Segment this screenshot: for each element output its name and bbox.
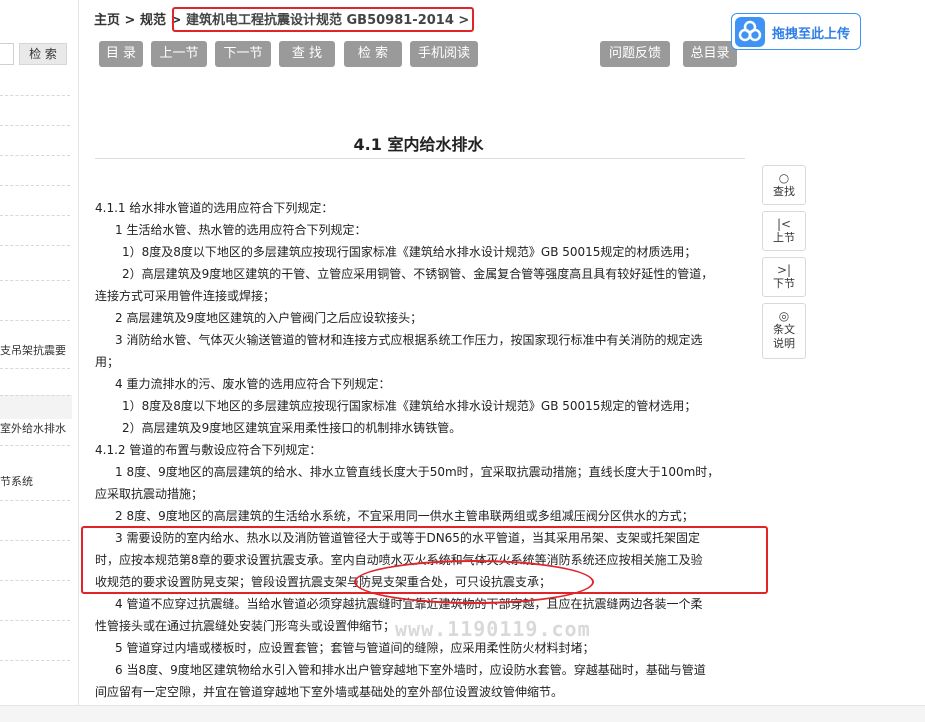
rail-notes-button[interactable]: ◎ 条文 说明 <box>762 303 806 359</box>
sidebar-divider <box>0 660 70 661</box>
sidebar-divider <box>0 185 70 186</box>
clause-item: 2 8度、9度地区的高层建筑的生活给水系统，不宜采用同一供水主管串联两组或多组减… <box>115 509 694 523</box>
breadcrumb-category[interactable]: 规范 <box>140 13 166 28</box>
sidebar-search-button[interactable]: 检 索 <box>19 43 67 65</box>
clause-heading: 4.1.2 管道的布置与敷设应符合下列规定： <box>95 443 322 457</box>
clause-continuation: 连接方式可采用管件连接或焊接； <box>95 289 276 303</box>
clause-continuation: 性管接头或在通过抗震缝处安装门形弯头或设置伸缩节； <box>95 619 396 633</box>
clause-subitem: 2）高层建筑及9度地区建筑宜采用柔性接口的机制排水铸铁管。 <box>122 421 462 435</box>
skip-forward-icon: >| <box>776 263 792 277</box>
sidebar-divider <box>0 445 70 446</box>
sidebar-active-highlight <box>0 395 72 419</box>
rail-prev-button[interactable]: |< 上节 <box>762 211 806 251</box>
sidebar-divider <box>0 215 70 216</box>
sidebar-item-seismic-support[interactable]: 支吊架抗震要 <box>0 342 72 358</box>
page-title: 4.1 室内给水排水 <box>353 135 484 154</box>
clause-item: 4 重力流排水的污、废水管的选用应符合下列规定： <box>115 377 391 391</box>
next-section-button[interactable]: 下一节 <box>215 41 271 67</box>
toolbar: 目 录 上一节 下一节 查 找 检 索 手机阅读 问题反馈 总目录 <box>86 41 751 67</box>
sidebar-divider <box>0 95 70 96</box>
breadcrumb-home[interactable]: 主页 <box>94 13 120 28</box>
sidebar-divider <box>0 155 70 156</box>
rail-next-label: 下节 <box>773 277 795 290</box>
search-button[interactable]: 检 索 <box>344 41 402 67</box>
baidu-cloud-icon <box>735 17 765 47</box>
rail-next-button[interactable]: >| 下节 <box>762 257 806 297</box>
clause-subitem: 2）高层建筑及9度地区建筑的干管、立管应采用铜管、不锈钢管、金属复合管等强度高且… <box>122 267 714 281</box>
sidebar-divider <box>0 620 70 621</box>
site-watermark: www.1190119.com <box>395 617 591 641</box>
left-sidebar: 检 索 支吊架抗震要 室外给水排水 节系统 <box>0 0 79 705</box>
rail-notes-label: 条文 <box>773 323 795 336</box>
sidebar-divider <box>0 395 70 396</box>
sidebar-search-input[interactable] <box>0 43 14 65</box>
sidebar-divider <box>0 580 70 581</box>
rail-find-label: 查找 <box>773 185 795 198</box>
breadcrumb-separator: > <box>124 13 136 28</box>
clause-continuation: 用； <box>95 355 120 369</box>
sidebar-divider <box>0 245 70 246</box>
clause-subitem: 1）8度及8度以下地区的多层建筑应按现行国家标准《建筑给水排水设计规范》GB 5… <box>122 245 697 259</box>
index-button[interactable]: 总目录 <box>683 41 737 67</box>
toc-button[interactable]: 目 录 <box>99 41 143 67</box>
rail-notes-label: 说明 <box>773 337 795 350</box>
clause-item: 1 生活给水管、热水管的选用应符合下列规定： <box>115 223 367 237</box>
rail-find-button[interactable]: ○ 查找 <box>762 165 806 205</box>
sidebar-item-system[interactable]: 节系统 <box>0 473 72 489</box>
sidebar-divider <box>0 280 70 281</box>
annotation-ellipse <box>354 560 594 604</box>
clause-item: 3 消防给水管、气体灭火输送管道的管材和连接方式应根据系统工作压力，按国家现行标… <box>115 333 703 347</box>
sidebar-divider <box>0 125 70 126</box>
sidebar-item-outdoor-water[interactable]: 室外给水排水 <box>0 420 72 436</box>
clause-continuation: 间应留有一定空隙，并宜在管道穿越地下室外墙或基础处的室外部位设置波纹管伸缩节。 <box>95 685 564 699</box>
feedback-button[interactable]: 问题反馈 <box>600 41 670 67</box>
clause-item: 2 高层建筑及9度地区建筑的入户管阀门之后应设软接头； <box>115 311 423 325</box>
sidebar-divider <box>0 368 70 369</box>
sidebar-divider <box>0 540 70 541</box>
clause-item: 5 管道穿过内墙或楼板时，应设置套管；套管与管道间的缝隙，应采用柔性防火材料封堵… <box>115 641 595 655</box>
title-divider <box>95 158 745 159</box>
clause-item: 1 8度、9度地区的高层建筑的给水、排水立管直线长度大于50m时，宜采取抗震动措… <box>115 465 720 479</box>
bottom-scroll-area <box>0 705 925 722</box>
find-button[interactable]: 查 找 <box>279 41 335 67</box>
annotation-rectangle-title <box>172 7 474 32</box>
upload-label: 拖拽至此上传 <box>772 27 851 42</box>
upload-button[interactable]: 拖拽至此上传 <box>731 13 861 50</box>
clause-continuation: 应采取抗震动措施； <box>95 487 204 501</box>
rail-prev-label: 上节 <box>773 231 795 244</box>
clause-item: 6 当8度、9度地区建筑物给水引入管和排水出户管穿越地下室外墙时，应设防水套管。… <box>115 663 706 677</box>
skip-back-icon: |< <box>776 217 792 231</box>
prev-section-button[interactable]: 上一节 <box>151 41 207 67</box>
clause-subitem: 1）8度及8度以下地区的多层建筑应按现行国家标准《建筑给水排水设计规范》GB 5… <box>122 399 697 413</box>
sidebar-divider <box>0 500 70 501</box>
search-icon: ○ <box>778 171 790 185</box>
mobile-read-button[interactable]: 手机阅读 <box>410 41 478 67</box>
clause-heading: 4.1.1 给水排水管道的选用应符合下列规定： <box>95 201 334 215</box>
sidebar-divider <box>0 320 70 321</box>
eye-icon: ◎ <box>778 309 790 323</box>
